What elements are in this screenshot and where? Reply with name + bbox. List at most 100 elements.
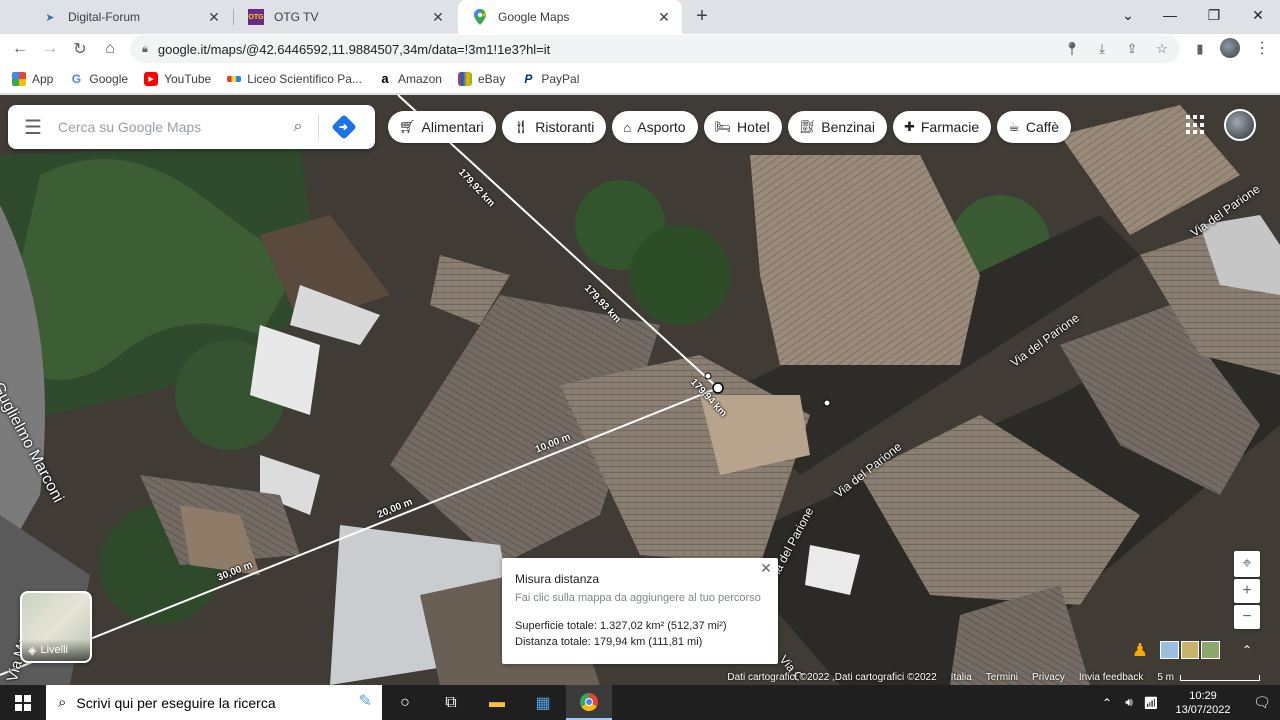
account-avatar[interactable] bbox=[1224, 109, 1256, 141]
layers-button[interactable]: ◈ Livelli bbox=[20, 591, 92, 663]
store-icon[interactable]: ▦ bbox=[520, 685, 566, 720]
taskbar-search-placeholder: Scrivi qui per eseguire la ricerca bbox=[76, 694, 276, 711]
bookmark-paypal[interactable]: P PayPal bbox=[521, 72, 579, 86]
pegman-icon[interactable]: ♟ bbox=[1128, 635, 1152, 665]
search-highlight-icon: ✎ bbox=[358, 693, 372, 710]
start-button[interactable] bbox=[0, 685, 46, 720]
tray-chevron-icon[interactable]: ⌃ bbox=[1096, 696, 1118, 710]
directions-icon: ➜ bbox=[331, 114, 357, 140]
measure-title: Misura distanza bbox=[515, 572, 600, 586]
search-icon[interactable]: ⌕ bbox=[278, 118, 318, 136]
expand-chevron-icon[interactable]: ⌃ bbox=[1236, 639, 1258, 661]
scale-label[interactable]: 5 m bbox=[1157, 672, 1174, 683]
bookmark-star-icon[interactable]: ☆ bbox=[1152, 39, 1172, 59]
url-text: google.it/maps/@42.6446592,11.9884507,34… bbox=[157, 41, 551, 57]
close-icon[interactable]: ✕ bbox=[656, 9, 672, 25]
measure-distance-card: Misura distanza Fai clic sulla mappa da … bbox=[502, 558, 778, 664]
close-icon[interactable]: ✕ bbox=[758, 560, 774, 576]
share-icon[interactable]: ⇪ bbox=[1122, 39, 1142, 59]
cortana-circle-icon[interactable]: ○ bbox=[382, 685, 428, 720]
takeout-icon: ⌂ bbox=[623, 119, 632, 135]
bookmark-ebay[interactable]: eBay bbox=[457, 71, 506, 86]
reload-icon[interactable]: ↻ bbox=[68, 37, 92, 61]
my-location-button[interactable]: ⌖ bbox=[1234, 551, 1260, 577]
imagery-thumbnails[interactable] bbox=[1160, 641, 1222, 659]
bookmark-label: eBay bbox=[477, 71, 506, 86]
map-canvas[interactable]: ☰ ⌕ ➜ 🛒︎ Alimentari 🍴︎ Ristoranti ⌂ Asporto… bbox=[0, 95, 1280, 685]
bookmark-label: Amazon bbox=[397, 71, 442, 86]
lock-icon[interactable]: 🔒︎ bbox=[142, 43, 148, 56]
home-icon[interactable]: ⌂ bbox=[98, 37, 122, 61]
crosshair-icon: ⌖ bbox=[1242, 555, 1252, 572]
chip-alimentari[interactable]: 🛒︎ Alimentari bbox=[388, 111, 496, 143]
country-link[interactable]: Italia bbox=[951, 672, 972, 683]
clock[interactable]: 10:29 13/07/2022 bbox=[1162, 689, 1244, 717]
chip-label: Asporto bbox=[637, 119, 686, 135]
bookmark-amazon[interactable]: a Amazon bbox=[378, 71, 442, 86]
notification-icon[interactable]: 🗨︎ bbox=[1244, 694, 1280, 711]
zoom-in-button[interactable]: + bbox=[1234, 579, 1260, 603]
tab-search-chevron-icon[interactable]: ⌄ bbox=[1106, 0, 1150, 30]
tab-digital-forum[interactable]: ➤ Digital-Forum ✕ bbox=[28, 0, 232, 34]
search-icon: ⌕ bbox=[58, 694, 67, 711]
tab-google-maps[interactable]: Google Maps ✕ bbox=[458, 0, 682, 34]
chip-asporto[interactable]: ⌂ Asporto bbox=[612, 111, 698, 143]
chip-caffe[interactable]: ☕︎ Caffè bbox=[997, 111, 1072, 143]
side-panel-icon[interactable]: ▮ bbox=[1190, 39, 1210, 59]
chip-farmacie[interactable]: ✚ Farmacie bbox=[892, 111, 992, 143]
bookmark-label: YouTube bbox=[164, 71, 212, 86]
profile-avatar[interactable] bbox=[1220, 38, 1240, 58]
close-window-icon[interactable]: ✕ bbox=[1236, 0, 1280, 30]
new-tab-plus-icon[interactable]: + bbox=[690, 4, 714, 28]
chip-ristoranti[interactable]: 🍴︎ Ristoranti bbox=[501, 111, 607, 143]
feedback-link[interactable]: Invia feedback bbox=[1079, 672, 1144, 683]
bookmarks-bar: App G Google ▶ YouTube Liceo Scientifico… bbox=[0, 64, 1280, 94]
hamburger-menu-icon[interactable]: ☰ bbox=[8, 105, 58, 149]
bookmark-apps[interactable]: App bbox=[12, 71, 53, 86]
bookmark-google[interactable]: G Google bbox=[69, 72, 128, 86]
tab-otg-tv[interactable]: OTG OTG TV ✕ bbox=[234, 0, 456, 34]
close-icon[interactable]: ✕ bbox=[430, 9, 446, 25]
google-apps-icon[interactable] bbox=[1186, 115, 1206, 135]
install-icon[interactable]: ⤓ bbox=[1092, 39, 1112, 59]
thumbnail[interactable] bbox=[1180, 641, 1200, 659]
maps-search-input[interactable] bbox=[58, 119, 278, 135]
directions-button[interactable]: ➜ bbox=[319, 114, 369, 140]
bed-icon: 🛏︎ bbox=[714, 119, 732, 134]
file-explorer-icon[interactable]: ▬ bbox=[474, 685, 520, 720]
fuel-icon: ⛽︎ bbox=[798, 119, 816, 134]
location-pin-icon[interactable]: 📍︎ bbox=[1062, 39, 1082, 59]
terms-link[interactable]: Termini bbox=[986, 672, 1018, 683]
youtube-icon: ▶ bbox=[144, 71, 159, 86]
address-bar[interactable]: 🔒︎ google.it/maps/@42.6446592,11.9884507… bbox=[130, 35, 1180, 63]
task-view-icon[interactable]: ⧉ bbox=[428, 685, 474, 720]
layers-icon: ◈ bbox=[28, 644, 37, 657]
chip-label: Ristoranti bbox=[535, 119, 595, 135]
measure-vertex[interactable] bbox=[712, 382, 724, 394]
close-icon[interactable]: ✕ bbox=[206, 9, 222, 25]
taskbar-search[interactable]: ⌕ Scrivi qui per eseguire la ricerca ✎ bbox=[46, 685, 382, 720]
volume-icon[interactable]: 🔊︎ bbox=[1118, 695, 1140, 710]
measure-point[interactable] bbox=[704, 372, 712, 380]
bookmark-youtube[interactable]: ▶ YouTube bbox=[144, 71, 212, 86]
measure-point[interactable] bbox=[823, 399, 831, 407]
restore-icon[interactable]: ❐ bbox=[1192, 0, 1236, 30]
chrome-icon[interactable] bbox=[566, 685, 612, 720]
back-arrow-icon[interactable]: ← bbox=[8, 37, 32, 61]
windows-logo-icon bbox=[15, 694, 31, 711]
chip-benzinai[interactable]: ⛽︎ Benzinai bbox=[787, 111, 887, 143]
zoom-out-button[interactable]: − bbox=[1234, 605, 1260, 629]
google-g-icon: G bbox=[71, 71, 82, 86]
chip-hotel[interactable]: 🛏︎ Hotel bbox=[703, 111, 782, 143]
privacy-link[interactable]: Privacy bbox=[1032, 672, 1065, 683]
otg-favicon-icon: OTG bbox=[248, 9, 264, 25]
wifi-icon[interactable]: 📶︎ bbox=[1140, 696, 1162, 710]
bookmark-label: Liceo Scientifico Pa... bbox=[247, 71, 362, 86]
bookmark-liceo[interactable]: Liceo Scientifico Pa... bbox=[227, 72, 362, 86]
minimize-icon[interactable]: — bbox=[1148, 0, 1192, 30]
tab-title: Google Maps bbox=[498, 10, 570, 24]
more-menu-icon[interactable]: ⋮ bbox=[1252, 38, 1272, 58]
thumbnail[interactable] bbox=[1160, 641, 1179, 659]
thumbnail[interactable] bbox=[1201, 641, 1221, 659]
forward-arrow-icon[interactable]: → bbox=[38, 37, 62, 61]
